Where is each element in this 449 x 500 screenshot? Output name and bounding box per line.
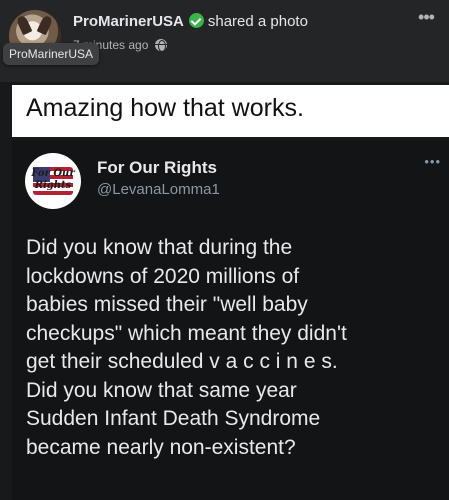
tweet-more-icon: ••• — [424, 154, 441, 169]
avatar-dog-ear-left — [15, 14, 33, 36]
tweet-display-name: For Our Rights — [97, 158, 217, 177]
author-hover-tooltip: ProMarinerUSA — [3, 43, 100, 65]
tweet-avatar-logo-text: For Our Rights — [31, 168, 75, 191]
tweet-body: Did you know that during the lockdowns o… — [26, 234, 446, 462]
post-action-text: shared a photo — [207, 13, 308, 30]
shared-photo[interactable]: Amazing how that works. For Our Rights F… — [0, 82, 449, 500]
post-header: ProMarinerUSA shared a photo 7 minutes ag… — [0, 0, 449, 82]
tweet-handle: @LevanaLomma1 — [97, 181, 220, 198]
tweet-line: lockdowns of 2020 millions of — [26, 264, 300, 288]
tweet-line: became nearly non-existent? — [26, 435, 296, 459]
tweet-line: Did you know that same year — [26, 378, 297, 402]
avatar-dog-ear-right — [36, 14, 54, 36]
tweet-line: get their scheduled v a c c i n e s. — [26, 350, 338, 373]
author-name-link[interactable]: ProMarinerUSA — [73, 13, 184, 30]
tweet-line: Did you know that during the — [26, 236, 293, 259]
verified-badge-icon — [188, 13, 204, 28]
meme-caption-box: Amazing how that works. — [12, 85, 449, 137]
author-line: ProMarinerUSA shared a photo — [73, 13, 308, 30]
tweet-screenshot: For Our Rights For Our Rights @LevanaLom… — [12, 140, 449, 500]
more-options-icon[interactable]: ••• — [415, 8, 437, 30]
tweet-line: babies missed their "well baby — [26, 293, 308, 316]
tweet-line: Sudden Infant Death Syndrome — [26, 407, 321, 430]
tweet-line: checkups" which meant they didn't — [26, 321, 347, 345]
tweet-avatar: For Our Rights — [25, 153, 81, 209]
meme-caption: Amazing how that works. — [26, 94, 304, 122]
globe-icon[interactable] — [155, 39, 168, 51]
